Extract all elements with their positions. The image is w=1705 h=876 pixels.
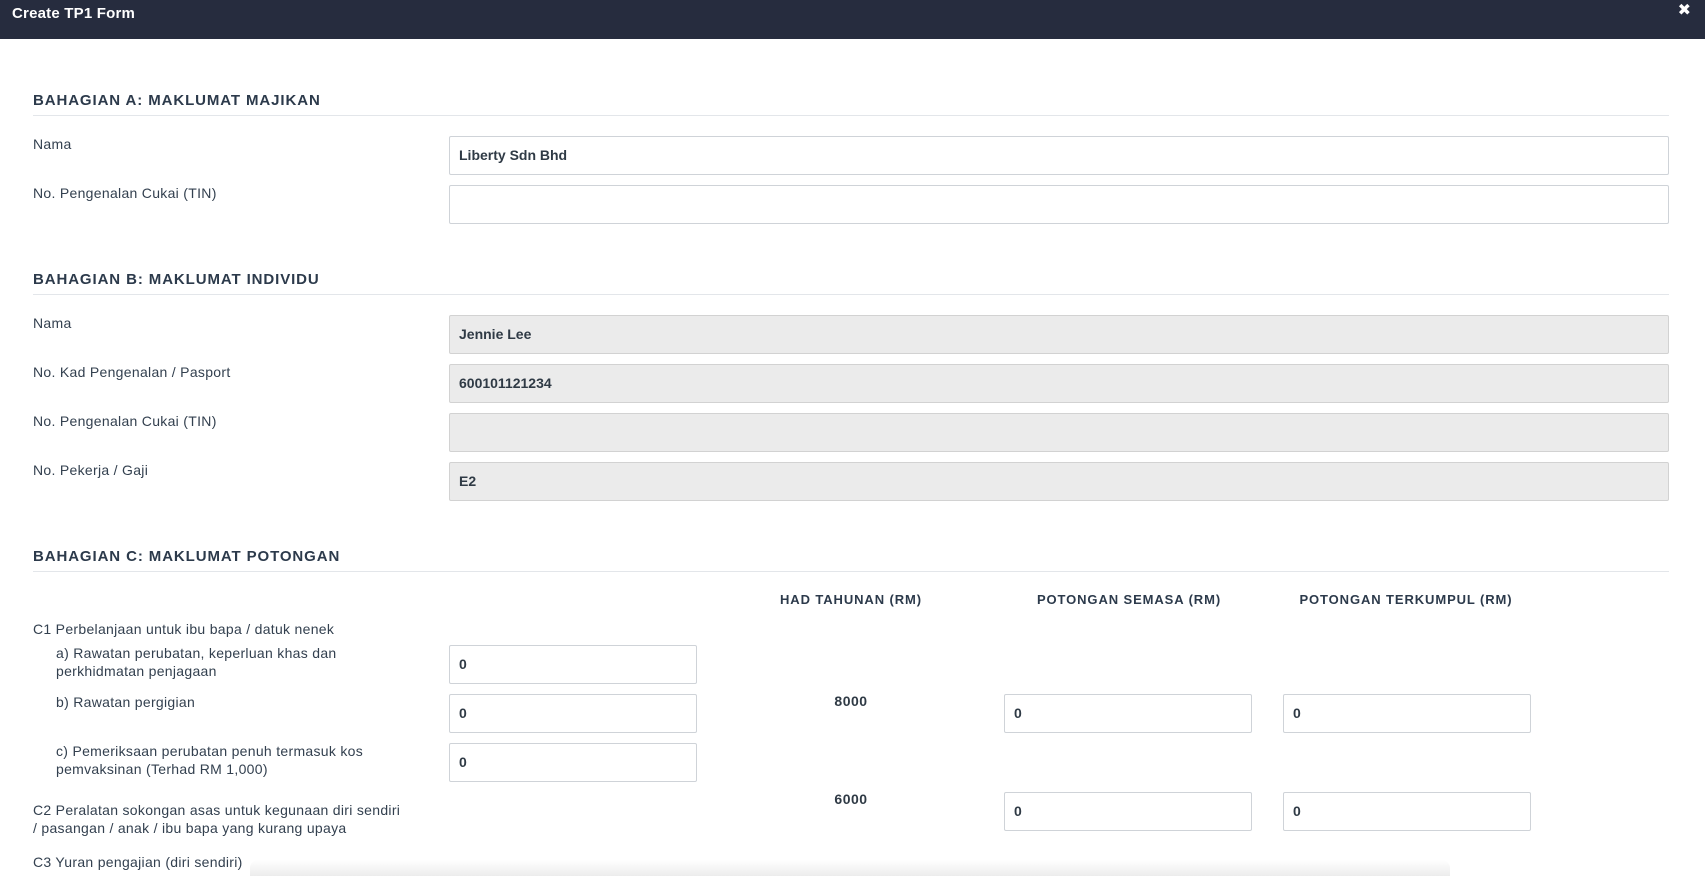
employer-name-label: Nama (33, 136, 72, 152)
c1c-amount-input[interactable]: 0 (449, 743, 697, 782)
individual-name-label: Nama (33, 315, 72, 331)
individual-tin-input[interactable] (449, 413, 1669, 452)
c1-accumulated-deduction-input[interactable]: 0 (1283, 694, 1531, 733)
c1c-label-line1: c) Pemeriksaan perubatan penuh termasuk … (56, 743, 364, 759)
section-c-divider (33, 571, 1669, 572)
modal-title: Create TP1 Form (12, 5, 136, 22)
c1-label: C1 Perbelanjaan untuk ibu bapa / datuk n… (33, 621, 335, 637)
c2-accumulated-deduction-input[interactable]: 0 (1283, 792, 1531, 831)
c1-annual-limit: 8000 (834, 693, 868, 709)
close-icon[interactable]: ✖ (1678, 2, 1691, 20)
c1c-label-line2: pemvaksinan (Terhad RM 1,000) (56, 761, 268, 777)
scroll-shadow (250, 860, 1450, 876)
employer-name-input[interactable]: Liberty Sdn Bhd (449, 136, 1669, 175)
employer-tin-label: No. Pengenalan Cukai (TIN) (33, 185, 217, 201)
c2-label-line1: C2 Peralatan sokongan asas untuk kegunaa… (33, 802, 401, 818)
individual-ic-label: No. Kad Pengenalan / Pasport (33, 364, 231, 380)
employee-number-input[interactable]: E2 (449, 462, 1669, 501)
employer-tin-input[interactable] (449, 185, 1669, 224)
section-a-divider (33, 115, 1669, 116)
c2-current-deduction-input[interactable]: 0 (1004, 792, 1252, 831)
c1b-label: b) Rawatan pergigian (56, 694, 196, 710)
c2-annual-limit: 6000 (834, 791, 868, 807)
individual-ic-input[interactable]: 600101121234 (449, 364, 1669, 403)
employee-number-label: No. Pekerja / Gaji (33, 462, 149, 478)
column-header-accumulated-deduction: POTONGAN TERKUMPUL (RM) (1299, 592, 1513, 607)
section-c-title: BAHAGIAN C: MAKLUMAT POTONGAN (33, 548, 341, 565)
c1a-label-line2: perkhidmatan penjagaan (56, 663, 217, 679)
individual-name-input[interactable]: Jennie Lee (449, 315, 1669, 354)
column-header-current-deduction: POTONGAN SEMASA (RM) (1036, 592, 1222, 607)
section-b-divider (33, 294, 1669, 295)
c1a-amount-input[interactable]: 0 (449, 645, 697, 684)
section-a-title: BAHAGIAN A: MAKLUMAT MAJIKAN (33, 92, 321, 109)
modal-header: Create TP1 Form ✖ (0, 0, 1705, 39)
c1-current-deduction-input[interactable]: 0 (1004, 694, 1252, 733)
c3-label: C3 Yuran pengajian (diri sendiri) (33, 854, 243, 870)
c2-label-line2: / pasangan / anak / ibu bapa yang kurang… (33, 820, 347, 836)
column-header-annual-limit: HAD TAHUNAN (RM) (780, 592, 922, 607)
c1b-amount-input[interactable]: 0 (449, 694, 697, 733)
section-b-title: BAHAGIAN B: MAKLUMAT INDIVIDU (33, 271, 320, 288)
c1a-label-line1: a) Rawatan perubatan, keperluan khas dan (56, 645, 337, 661)
individual-tin-label: No. Pengenalan Cukai (TIN) (33, 413, 217, 429)
